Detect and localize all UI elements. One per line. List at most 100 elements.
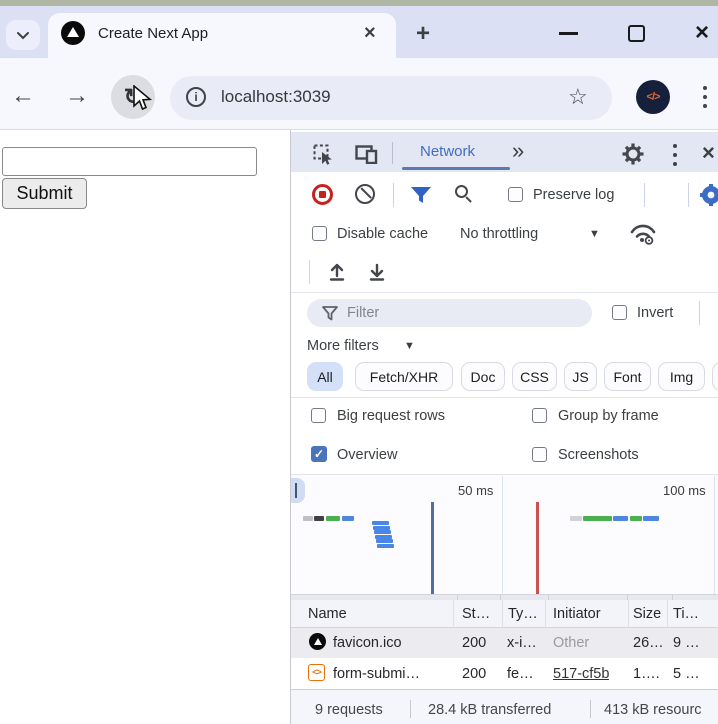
toolbar-separator bbox=[699, 301, 700, 325]
column-header-type[interactable]: Ty… bbox=[508, 606, 538, 622]
chip-font[interactable]: Font bbox=[604, 362, 651, 391]
chip-img[interactable]: Img bbox=[658, 362, 705, 391]
chip-js[interactable]: JS bbox=[564, 362, 597, 391]
screenshots-label[interactable]: Screenshots bbox=[558, 447, 639, 463]
clear-network-log-icon[interactable] bbox=[355, 184, 375, 204]
waterfall-bar[interactable] bbox=[374, 530, 391, 534]
waterfall-bar[interactable] bbox=[583, 516, 612, 521]
status-separator bbox=[590, 700, 591, 718]
overview-resize-handle[interactable] bbox=[291, 478, 305, 503]
chip-css[interactable]: CSS bbox=[512, 362, 557, 391]
window-maximize-button[interactable] bbox=[628, 25, 645, 42]
waterfall-bar[interactable] bbox=[570, 516, 582, 521]
cell-time: 9 … bbox=[673, 635, 700, 651]
favicon-file-icon bbox=[309, 633, 326, 650]
filter-placeholder: Filter bbox=[347, 305, 379, 321]
toolbar-divider bbox=[291, 292, 718, 293]
waterfall-bar[interactable] bbox=[643, 516, 659, 521]
tab-network[interactable]: Network bbox=[420, 143, 475, 160]
overview-label[interactable]: Overview bbox=[337, 447, 397, 463]
submit-button[interactable]: Submit bbox=[2, 178, 87, 209]
tab-search-button[interactable] bbox=[6, 20, 40, 50]
network-settings-gear-icon[interactable] bbox=[700, 184, 718, 206]
waterfall-bar[interactable] bbox=[342, 516, 354, 521]
toolbar-separator bbox=[688, 183, 689, 207]
waterfall-bar[interactable] bbox=[314, 516, 324, 521]
disable-cache-label[interactable]: Disable cache bbox=[337, 226, 428, 242]
text-input[interactable] bbox=[2, 147, 257, 176]
export-har-icon[interactable] bbox=[367, 262, 387, 282]
network-conditions-icon[interactable] bbox=[629, 221, 657, 245]
cell-initiator-link[interactable]: 517-cf5b bbox=[553, 666, 609, 682]
waterfall-bar[interactable] bbox=[613, 516, 628, 521]
load-event-line bbox=[536, 502, 539, 594]
screenshots-checkbox[interactable] bbox=[532, 447, 547, 462]
overview-gridline-50ms bbox=[502, 476, 503, 594]
chip-fetch-xhr[interactable]: Fetch/XHR bbox=[355, 362, 453, 391]
column-header-initiator[interactable]: Initiator bbox=[553, 606, 601, 622]
back-button[interactable]: ← bbox=[11, 82, 35, 110]
browser-window: Create Next App × + × ← → ↻ i localhost:… bbox=[0, 0, 718, 724]
cell-status: 200 bbox=[462, 635, 486, 651]
more-panels-icon[interactable]: » bbox=[512, 138, 524, 164]
throttling-dropdown-arrow-icon[interactable]: ▼ bbox=[589, 228, 600, 240]
chips-divider bbox=[291, 397, 718, 398]
column-header-status[interactable]: St… bbox=[462, 606, 490, 622]
big-request-rows-label[interactable]: Big request rows bbox=[337, 408, 445, 424]
throttling-select[interactable]: No throttling bbox=[460, 226, 538, 242]
forward-button[interactable]: → bbox=[65, 82, 89, 110]
site-info-icon[interactable]: i bbox=[186, 87, 206, 107]
more-filters-button[interactable]: More filters bbox=[307, 338, 379, 354]
column-header-name[interactable]: Name bbox=[308, 606, 347, 622]
waterfall-bar[interactable] bbox=[303, 516, 313, 521]
mouse-cursor bbox=[133, 85, 153, 113]
more-filters-arrow-icon[interactable]: ▼ bbox=[404, 340, 415, 352]
window-close-button[interactable]: × bbox=[695, 21, 709, 45]
waterfall-bar[interactable] bbox=[326, 516, 340, 521]
devtools-close-button[interactable]: × bbox=[702, 142, 715, 164]
url-text[interactable]: localhost:3039 bbox=[221, 87, 331, 107]
waterfall-bar[interactable] bbox=[372, 521, 389, 525]
column-header-size[interactable]: Size bbox=[633, 606, 661, 622]
group-by-frame-checkbox[interactable] bbox=[532, 408, 547, 423]
invert-checkbox[interactable] bbox=[612, 305, 627, 320]
network-overview-pane[interactable] bbox=[291, 474, 718, 594]
cell-type: x-i… bbox=[507, 635, 543, 651]
column-header-time[interactable]: Ti… bbox=[673, 606, 699, 622]
chip-partial[interactable] bbox=[712, 362, 718, 391]
overview-checkbox[interactable]: ✓ bbox=[311, 446, 327, 462]
browser-menu-button[interactable] bbox=[703, 86, 707, 113]
network-tab-underline bbox=[402, 167, 510, 170]
filter-icon[interactable] bbox=[410, 186, 432, 204]
group-by-frame-label[interactable]: Group by frame bbox=[558, 408, 659, 424]
search-network-icon[interactable] bbox=[455, 185, 468, 198]
big-request-rows-checkbox[interactable] bbox=[311, 408, 326, 423]
preserve-log-label[interactable]: Preserve log bbox=[533, 187, 614, 203]
cell-name[interactable]: favicon.ico bbox=[333, 635, 448, 651]
toolbar-separator bbox=[644, 183, 645, 207]
devtools-menu-button[interactable] bbox=[673, 144, 677, 171]
chip-all[interactable]: All bbox=[307, 362, 343, 391]
invert-label[interactable]: Invert bbox=[637, 305, 673, 321]
waterfall-bar[interactable] bbox=[630, 516, 642, 521]
disable-cache-checkbox[interactable] bbox=[312, 226, 327, 241]
chip-doc[interactable]: Doc bbox=[461, 362, 505, 391]
waterfall-bar[interactable] bbox=[377, 544, 394, 548]
overview-gridline-100ms bbox=[714, 476, 715, 594]
tabbar-separator bbox=[392, 142, 393, 164]
waterfall-bar[interactable] bbox=[376, 539, 393, 543]
window-minimize-button[interactable] bbox=[559, 32, 578, 35]
bookmark-star-icon[interactable]: ☆ bbox=[568, 84, 588, 110]
devtools-settings-gear-icon[interactable] bbox=[622, 143, 644, 165]
import-har-icon[interactable] bbox=[327, 262, 347, 282]
device-toolbar-icon[interactable] bbox=[355, 145, 378, 164]
record-network-log-button[interactable] bbox=[312, 184, 333, 205]
profile-avatar[interactable]: </> bbox=[636, 80, 670, 114]
chevron-down-icon bbox=[16, 31, 30, 40]
cell-time: 5 … bbox=[673, 666, 700, 682]
preserve-log-checkbox[interactable] bbox=[508, 187, 523, 202]
inspect-element-icon[interactable] bbox=[313, 144, 334, 165]
new-tab-button[interactable]: + bbox=[416, 20, 430, 48]
cell-name[interactable]: form-submi… bbox=[333, 666, 448, 682]
tab-close-button[interactable]: × bbox=[364, 23, 376, 43]
